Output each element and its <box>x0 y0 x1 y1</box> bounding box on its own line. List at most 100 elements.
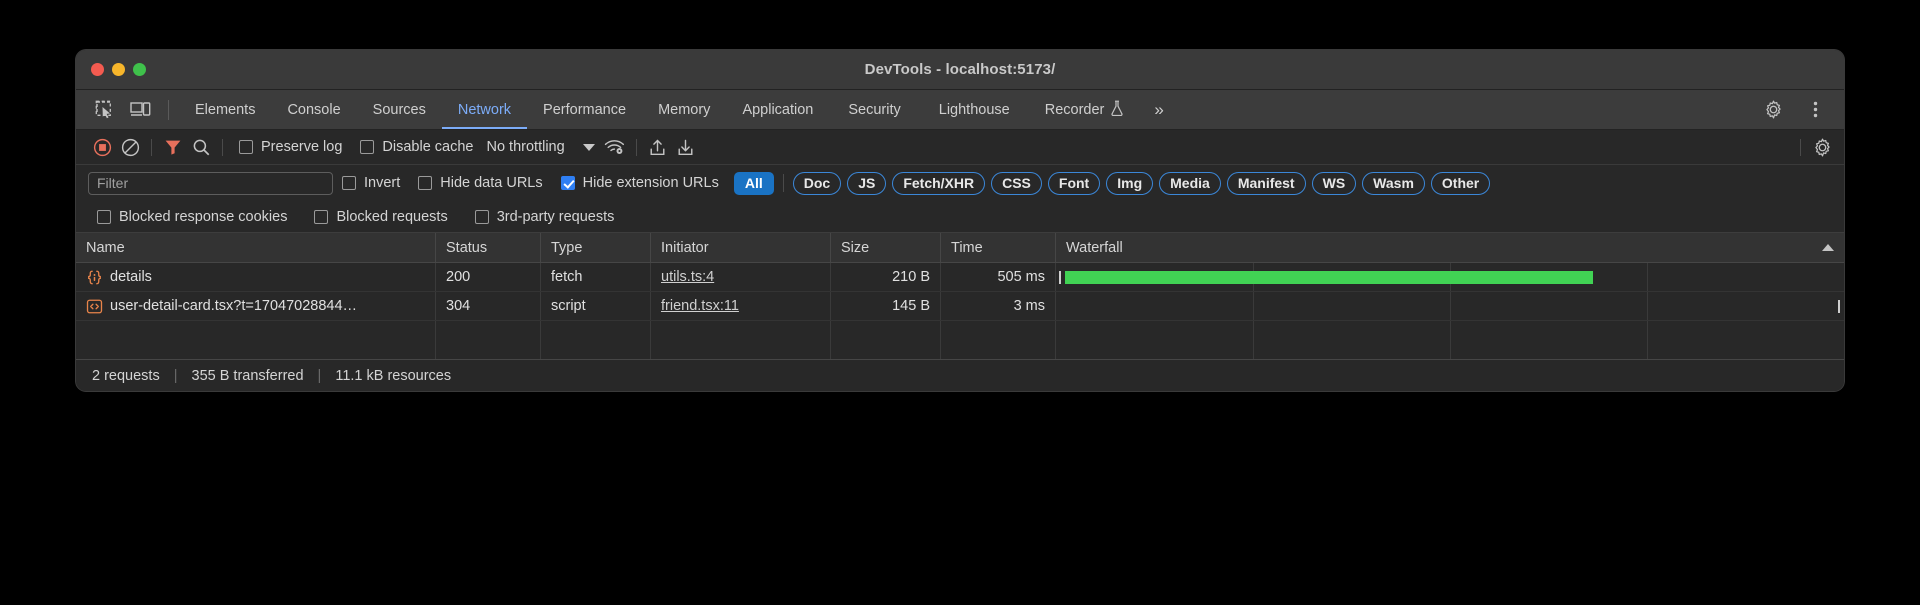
cell-waterfall <box>1056 292 1844 320</box>
third-party-requests-checkbox[interactable]: 3rd-party requests <box>474 208 615 225</box>
status-separator-1: | <box>173 367 178 384</box>
column-header-time-label: Time <box>951 239 983 256</box>
column-header-status[interactable]: Status <box>436 233 541 262</box>
toolbar-divider-1 <box>151 138 152 156</box>
device-toolbar-icon[interactable] <box>125 97 155 123</box>
filter-pill-divider <box>782 174 784 192</box>
filter-pill-font[interactable]: Font <box>1047 171 1101 195</box>
import-har-icon[interactable] <box>644 134 672 160</box>
tab-memory[interactable]: Memory <box>642 90 726 129</box>
filter-pill-manifest-label: Manifest <box>1237 175 1295 191</box>
inspect-element-icon[interactable] <box>89 97 119 123</box>
filter-pill-css[interactable]: CSS <box>991 171 1042 195</box>
filter-pill-doc[interactable]: Doc <box>792 171 842 195</box>
filter-pill-fetch-xhr[interactable]: Fetch/XHR <box>892 171 986 195</box>
preserve-log-label: Preserve log <box>261 139 343 155</box>
table-row[interactable]: user-detail-card.tsx?t=17047028844… 304 … <box>76 292 1844 321</box>
cell-name-text: details <box>110 269 152 285</box>
table-row[interactable]: details 200 fetch utils.ts:4 210 B 505 m… <box>76 263 1844 292</box>
blocked-options-row: Blocked response cookies Blocked request… <box>76 201 1844 233</box>
tab-security[interactable]: Security <box>829 90 919 129</box>
traffic-lights <box>91 63 146 76</box>
wifi-settings-icon[interactable] <box>601 134 629 160</box>
disable-cache-box <box>360 140 375 154</box>
disable-cache-checkbox[interactable]: Disable cache <box>360 139 473 155</box>
filter-pill-ws[interactable]: WS <box>1311 171 1357 195</box>
filter-pill-img[interactable]: Img <box>1106 171 1154 195</box>
hide-extension-urls-box <box>560 176 575 190</box>
cell-initiator[interactable]: friend.tsx:11 <box>651 292 831 320</box>
preserve-log-checkbox[interactable]: Preserve log <box>239 139 342 155</box>
table-empty-area <box>76 321 1844 359</box>
cell-name[interactable]: user-detail-card.tsx?t=17047028844… <box>76 292 436 320</box>
filter-pill-media[interactable]: Media <box>1159 171 1221 195</box>
filter-pill-all[interactable]: All <box>733 171 774 195</box>
throttling-select[interactable]: No throttling <box>486 139 595 155</box>
cell-initiator[interactable]: utils.ts:4 <box>651 263 831 291</box>
column-header-type[interactable]: Type <box>541 233 651 262</box>
blocked-requests-checkbox[interactable]: Blocked requests <box>314 208 448 225</box>
clear-button[interactable] <box>116 134 144 160</box>
resource-type-filters: All Doc JS Fetch/XHR CSS Font Img Media … <box>733 171 1491 195</box>
filter-pill-wasm[interactable]: Wasm <box>1362 171 1425 195</box>
column-header-initiator-label: Initiator <box>661 239 709 256</box>
third-party-requests-box <box>474 209 489 224</box>
devtools-tabs: Elements Console Sources Network Perform… <box>179 90 1178 129</box>
cell-name-text: user-detail-card.tsx?t=17047028844… <box>110 298 358 314</box>
tab-performance[interactable]: Performance <box>527 90 642 129</box>
column-header-waterfall[interactable]: Waterfall <box>1056 233 1844 262</box>
third-party-requests-label: 3rd-party requests <box>496 208 615 225</box>
close-window-button[interactable] <box>91 63 104 76</box>
waterfall-track <box>1056 292 1844 320</box>
network-status-bar: 2 requests | 355 B transferred | 11.1 kB… <box>76 359 1844 391</box>
record-button[interactable] <box>88 134 116 160</box>
hide-data-urls-checkbox[interactable]: Hide data URLs <box>418 175 543 191</box>
tab-recorder[interactable]: Recorder <box>1029 90 1141 129</box>
settings-gear-icon[interactable] <box>1758 97 1788 123</box>
tabs-overflow-button[interactable]: » <box>1140 100 1177 120</box>
cell-type: script <box>541 292 651 320</box>
column-header-time[interactable]: Time <box>941 233 1056 262</box>
devtools-tabbar: Elements Console Sources Network Perform… <box>76 90 1844 130</box>
minimize-window-button[interactable] <box>112 63 125 76</box>
filter-pill-font-label: Font <box>1058 175 1090 191</box>
column-header-initiator[interactable]: Initiator <box>651 233 831 262</box>
tab-network[interactable]: Network <box>442 90 527 129</box>
tab-sources[interactable]: Sources <box>357 90 442 129</box>
column-header-size[interactable]: Size <box>831 233 941 262</box>
cell-name[interactable]: details <box>76 263 436 291</box>
tab-application[interactable]: Application <box>726 90 829 129</box>
tab-console[interactable]: Console <box>271 90 356 129</box>
filter-pill-wasm-label: Wasm <box>1373 175 1414 191</box>
more-options-icon[interactable] <box>1800 97 1830 123</box>
tab-elements[interactable]: Elements <box>179 90 271 129</box>
filter-pill-other-label: Other <box>1441 175 1480 191</box>
status-separator-2: | <box>317 367 322 384</box>
tab-application-label: Application <box>742 101 814 118</box>
tab-lighthouse[interactable]: Lighthouse <box>920 90 1029 129</box>
filter-input[interactable] <box>88 171 333 195</box>
export-har-icon[interactable] <box>672 134 700 160</box>
filter-pill-manifest[interactable]: Manifest <box>1226 171 1306 195</box>
tab-console-label: Console <box>287 101 341 118</box>
network-toolbar: Preserve log Disable cache No throttling <box>76 130 1844 165</box>
filter-funnel-icon[interactable] <box>159 134 187 160</box>
filter-pill-fetch-xhr-label: Fetch/XHR <box>903 175 975 191</box>
initiator-link[interactable]: utils.ts:4 <box>661 269 714 285</box>
maximize-window-button[interactable] <box>133 63 146 76</box>
sort-ascending-icon <box>1822 244 1834 251</box>
blocked-requests-label: Blocked requests <box>336 208 448 225</box>
blocked-response-cookies-checkbox[interactable]: Blocked response cookies <box>97 209 287 225</box>
network-settings-gear-icon[interactable] <box>1808 134 1836 160</box>
filter-pill-other[interactable]: Other <box>1430 171 1491 195</box>
hide-extension-urls-checkbox[interactable]: Hide extension URLs <box>560 175 719 191</box>
invert-checkbox[interactable]: Invert <box>342 175 400 191</box>
column-header-size-label: Size <box>841 239 870 256</box>
search-icon[interactable] <box>187 134 215 160</box>
hide-data-urls-label: Hide data URLs <box>440 175 543 191</box>
filter-pill-js[interactable]: JS <box>847 171 887 195</box>
tab-security-label: Security <box>848 101 901 118</box>
column-header-name[interactable]: Name <box>76 233 436 262</box>
initiator-link[interactable]: friend.tsx:11 <box>661 298 739 314</box>
tab-elements-label: Elements <box>195 101 256 118</box>
